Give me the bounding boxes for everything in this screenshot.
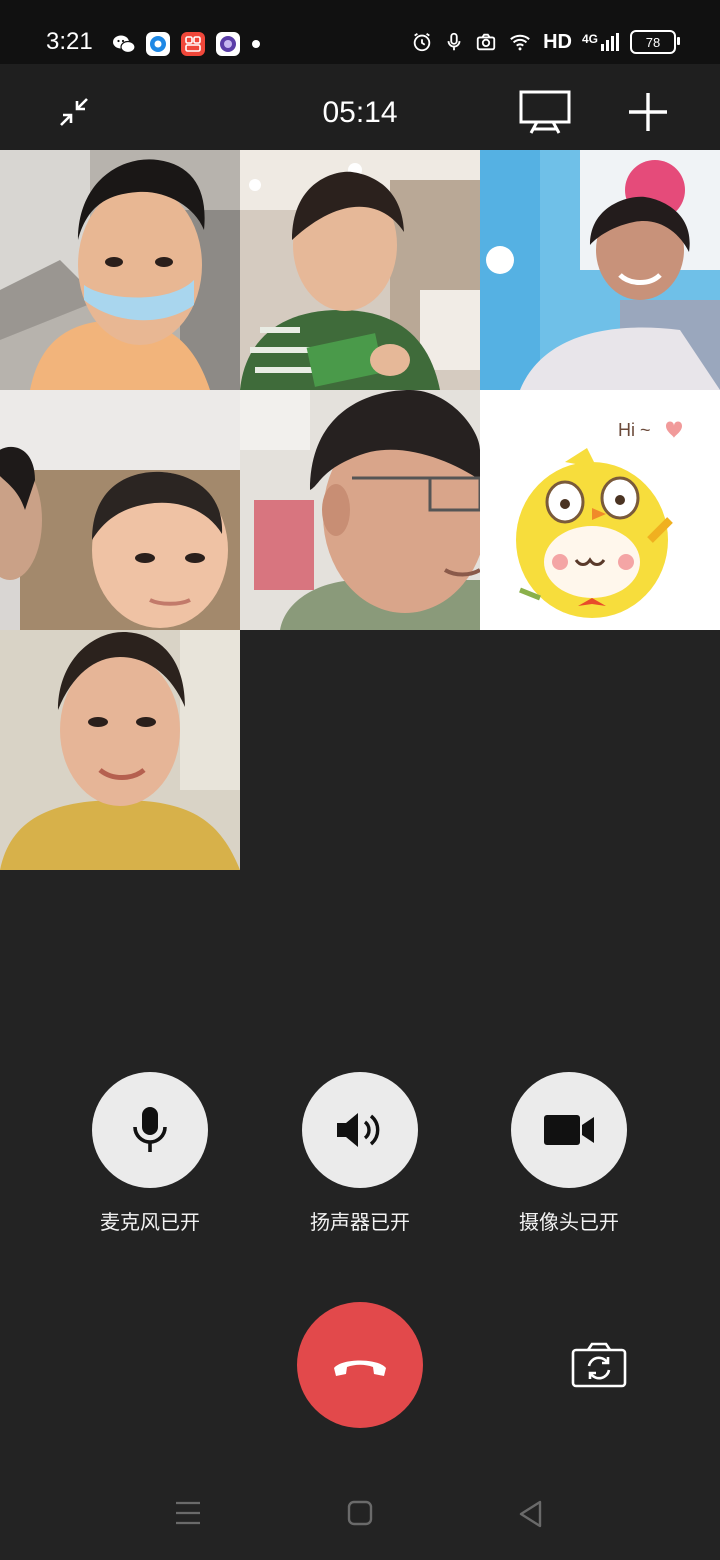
participant-video-tile[interactable] [0,630,240,870]
mic-indicator-icon [447,32,461,51]
battery-indicator: 78 [630,30,680,54]
participant-video-image [240,390,480,630]
screen-share-icon [519,90,571,134]
participant-video-tile[interactable] [0,390,240,630]
menu-nav-button[interactable] [174,1500,202,1531]
participant-video-image [0,150,240,390]
home-nav-button[interactable] [347,1500,373,1531]
speaker-icon [337,1113,380,1147]
speaker-toggle-button[interactable] [302,1072,418,1188]
system-nav-bar [0,1470,720,1560]
plus-icon [629,93,667,131]
mic-control: 麦克风已开 [90,1072,210,1235]
wechat-icon [112,32,136,56]
home-icon [347,1500,373,1526]
participant-video-tile[interactable]: Hi ~ [480,390,720,630]
camera-indicator-icon [476,33,496,51]
camera-status-label: 摄像头已开 [519,1212,619,1234]
menu-icon [176,1501,200,1525]
participant-video-image [0,630,240,870]
alarm-icon [413,32,431,52]
speaker-status-label: 扬声器已开 [310,1212,410,1234]
hang-up-button[interactable] [297,1302,423,1428]
signal-icon: 4G [582,32,620,52]
back-nav-button[interactable] [518,1500,544,1533]
hd-label: HD [543,30,572,53]
microphone-icon [133,1107,167,1152]
participant-video-tile[interactable] [240,150,480,390]
participant-video-tile[interactable] [480,150,720,390]
red-app-icon [181,32,205,56]
participant-video-tile[interactable] [240,390,480,630]
video-camera-icon [544,1115,594,1145]
purple-app-icon [216,32,240,56]
screen-share-button[interactable] [518,88,572,136]
participant-video-image [480,150,720,390]
hang-up-icon [334,1360,386,1376]
blue-app-icon [146,32,170,56]
back-icon [519,1500,542,1528]
status-time: 3:21 [46,28,93,55]
camera-control: 摄像头已开 [509,1072,629,1235]
speaker-control: 扬声器已开 [300,1072,420,1235]
switch-camera-icon [571,1342,627,1388]
participant-video-image [240,150,480,390]
switch-camera-button[interactable] [570,1340,628,1390]
add-participant-button[interactable] [626,90,670,134]
more-notifications-dot [252,40,260,48]
status-right-group: HD 4G 78 [411,30,680,54]
wifi-icon [510,34,530,51]
call-duration: 05:14 [322,96,398,129]
status-bar: 3:21 HD 4G 78 [0,0,720,64]
camera-toggle-button[interactable] [511,1072,627,1188]
participant-video-image: Hi ~ [480,390,720,630]
network-type: 4G [581,32,598,46]
svg-text:Hi ~: Hi ~ [618,420,651,440]
participant-video-image [0,390,240,630]
battery-level: 78 [645,34,661,50]
video-call-screen: 3:21 HD 4G 78 05:14 Hi ~ 麦克风已开 扬声器已开 摄像头… [0,0,720,1560]
mic-toggle-button[interactable] [92,1072,208,1188]
mic-status-label: 麦克风已开 [100,1212,200,1234]
participant-video-tile[interactable] [0,150,240,390]
